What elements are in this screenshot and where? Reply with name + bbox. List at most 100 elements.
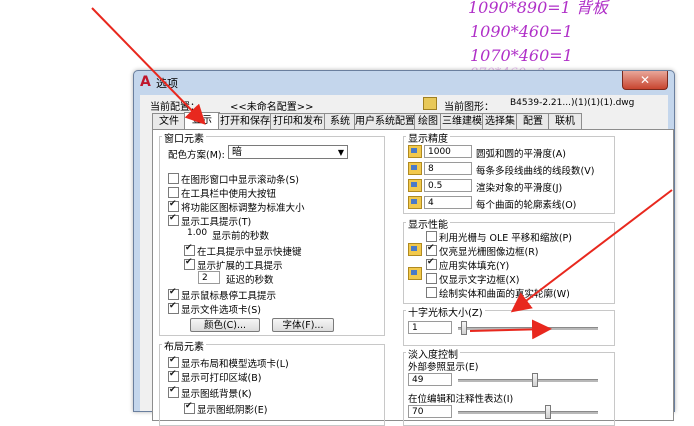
xref-fade-slider-track[interactable] <box>458 379 598 382</box>
display-resolution-group: 显示精度 1000 圆弧和圆的平滑度(A) 8 每条多段线曲线的线段数(V) 0… <box>403 130 615 214</box>
show-tooltips-checkbox[interactable] <box>168 213 179 226</box>
color-scheme-value: 暗 <box>232 147 242 158</box>
polyline-segments-icon <box>408 162 422 175</box>
tab-system[interactable]: 系统 <box>324 113 356 129</box>
inplace-fade-label: 在位编辑和注释性表达(I) <box>408 394 514 405</box>
tooltip-shortcut-checkbox[interactable] <box>184 243 195 256</box>
silhouette-checkbox[interactable] <box>426 287 437 298</box>
large-buttons-label: 在工具栏中使用大按钮 <box>181 189 277 200</box>
solid-fill-checkbox[interactable] <box>426 257 437 270</box>
tab-drafting[interactable]: 绘图 <box>414 113 442 129</box>
tab-files[interactable]: 文件 <box>152 113 186 129</box>
options-dialog: A 选项 ✕ 当前配置： <<未命名配置>> 当前图形： B4539-2.21.… <box>133 70 675 426</box>
autocad-logo-icon: A <box>140 74 151 90</box>
current-profile-value: <<未命名配置>> <box>230 102 314 113</box>
xref-fade-slider-thumb[interactable] <box>531 373 538 387</box>
tab-display[interactable]: 显示 <box>184 112 220 130</box>
display-performance-title: 显示性能 <box>406 216 450 231</box>
polyline-segments-input[interactable]: 8 <box>424 162 472 175</box>
ribbon-icons-label: 将功能区图标调整为标准大小 <box>181 203 305 214</box>
crosshair-slider-track[interactable] <box>458 327 598 330</box>
current-drawing-value: B4539-2.21...)(1)(1)(1).dwg <box>510 98 635 108</box>
window-elements-group: 窗口元素 配色方案(M): 暗 ▼ 在图形窗口中显示滚动条(S) 在工具栏中使用… <box>159 130 385 336</box>
paper-shadow-checkbox[interactable] <box>184 401 195 414</box>
text-frame-checkbox[interactable] <box>426 273 437 284</box>
paper-shadow-label: 显示图纸阴影(E) <box>197 405 268 416</box>
contour-lines-label: 每个曲面的轮廓素线(O) <box>476 200 577 211</box>
display-performance-group: 显示性能 利用光栅与 OLE 平移和缩放(P) 仅亮显光栅图像边框(R) 应用实… <box>403 216 615 304</box>
crosshair-slider-thumb[interactable] <box>460 321 467 335</box>
tab-strip: 文件 显示 打开和保存 打印和发布 系统 用户系统配置 绘图 三维建模 选择集 … <box>152 112 622 130</box>
paper-background-label: 显示图纸背景(K) <box>181 389 252 400</box>
tab-user-preferences[interactable]: 用户系统配置 <box>354 113 416 129</box>
rendered-smoothness-label: 渲染对象的平滑度(J) <box>476 183 563 194</box>
scrollbars-label: 在图形窗口中显示滚动条(S) <box>181 175 299 186</box>
rendered-smoothness-input[interactable]: 0.5 <box>424 179 472 192</box>
crosshair-input[interactable]: 1 <box>408 321 452 334</box>
tab-profiles[interactable]: 配置 <box>516 113 550 129</box>
display-tab-panel: 窗口元素 配色方案(M): 暗 ▼ 在图形窗口中显示滚动条(S) 在工具栏中使用… <box>152 129 674 426</box>
drawing-file-icon <box>423 97 437 110</box>
raster-frame-checkbox[interactable] <box>426 243 437 256</box>
dialog-client: 当前配置： <<未命名配置>> 当前图形： B4539-2.21...)(1)(… <box>140 95 674 426</box>
tab-selection[interactable]: 选择集 <box>482 113 518 129</box>
layout-elements-title: 布局元素 <box>162 338 206 353</box>
color-scheme-label: 配色方案(M): <box>168 150 225 161</box>
file-tabs-checkbox[interactable] <box>168 301 179 314</box>
inplace-fade-slider-track[interactable] <box>458 411 598 414</box>
colors-button[interactable]: 颜色(C)... <box>190 318 260 332</box>
scrollbars-checkbox[interactable] <box>168 173 179 184</box>
xref-fade-input[interactable]: 49 <box>408 373 452 386</box>
large-buttons-checkbox[interactable] <box>168 187 179 198</box>
tooltip-delay-input[interactable]: 1.00 <box>184 227 210 240</box>
raster-icon <box>408 243 422 256</box>
layout-elements-group: 布局元素 显示布局和模型选项卡(L) 显示可打印区域(B) 显示图纸背景(K) … <box>159 338 385 426</box>
layout-tabs-checkbox[interactable] <box>168 355 179 368</box>
contour-lines-icon <box>408 196 422 209</box>
layout-tabs-label: 显示布局和模型选项卡(L) <box>181 359 289 370</box>
note-line-1: 1090*890=1 背板 <box>468 0 608 17</box>
current-profile-label: 当前配置： <box>150 102 200 113</box>
tab-online[interactable]: 联机 <box>548 113 582 129</box>
raster-ole-checkbox[interactable] <box>426 231 437 242</box>
extended-tooltip-checkbox[interactable] <box>184 257 195 270</box>
inplace-fade-slider-thumb[interactable] <box>545 405 552 419</box>
arc-smoothness-input[interactable]: 1000 <box>424 145 472 158</box>
raster-ole-label: 利用光栅与 OLE 平移和缩放(P) <box>439 233 572 244</box>
tab-3d-modeling[interactable]: 三维建模 <box>440 113 484 129</box>
fade-control-group: 淡入度控制 外部参照显示(E) 49 在位编辑和注释性表达(I) 70 <box>403 346 615 426</box>
rendered-smoothness-icon <box>408 179 422 192</box>
fonts-button[interactable]: 字体(F)... <box>272 318 334 332</box>
rollover-tooltip-label: 显示鼠标悬停工具提示 <box>181 291 277 302</box>
file-tabs-label: 显示文件选项卡(S) <box>181 305 261 316</box>
dialog-title: 选项 <box>156 77 178 90</box>
tab-plot-publish[interactable]: 打印和发布 <box>270 113 326 129</box>
ribbon-icons-checkbox[interactable] <box>168 199 179 212</box>
text-frame-label: 仅显示文字边框(X) <box>439 275 520 286</box>
fill-icon <box>408 267 422 280</box>
color-scheme-select[interactable]: 暗 ▼ <box>228 145 348 159</box>
xref-fade-label: 外部参照显示(E) <box>408 362 479 373</box>
close-button[interactable]: ✕ <box>622 71 668 90</box>
current-drawing-label: 当前图形： <box>444 102 494 113</box>
rollover-tooltip-checkbox[interactable] <box>168 287 179 300</box>
tab-open-save[interactable]: 打开和保存 <box>218 113 272 129</box>
arc-smoothness-icon <box>408 145 422 158</box>
raster-frame-label: 仅亮显光栅图像边框(R) <box>439 247 539 258</box>
extended-delay-label: 延迟的秒数 <box>226 275 274 286</box>
display-resolution-title: 显示精度 <box>406 130 450 145</box>
printable-area-checkbox[interactable] <box>168 369 179 382</box>
silhouette-label: 绘制实体和曲面的真实轮廓(W) <box>439 289 570 300</box>
tooltip-shortcut-label: 在工具提示中显示快捷键 <box>197 247 302 258</box>
inplace-fade-input[interactable]: 70 <box>408 405 452 418</box>
crosshair-group: 十字光标大小(Z) 1 <box>403 304 615 346</box>
extended-delay-input[interactable]: 2 <box>198 271 220 284</box>
show-tooltips-label: 显示工具提示(T) <box>181 217 252 228</box>
extended-tooltip-label: 显示扩展的工具提示 <box>197 261 283 272</box>
contour-lines-input[interactable]: 4 <box>424 196 472 209</box>
crosshair-title: 十字光标大小(Z) <box>406 304 485 319</box>
chevron-down-icon: ▼ <box>337 148 344 157</box>
window-elements-title: 窗口元素 <box>162 130 206 145</box>
title-bar[interactable]: A 选项 ✕ <box>134 71 674 93</box>
paper-background-checkbox[interactable] <box>168 385 179 398</box>
